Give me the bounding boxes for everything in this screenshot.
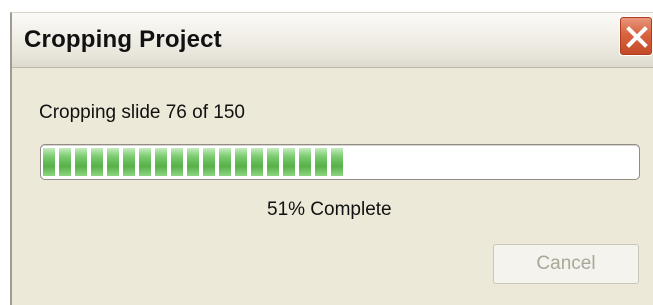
title-bar[interactable]: Cropping Project: [12, 13, 653, 68]
progress-segment: [59, 148, 71, 176]
cancel-button[interactable]: Cancel: [493, 244, 639, 284]
progress-segment: [123, 148, 135, 176]
percent-complete-label: 51% Complete: [267, 199, 392, 220]
progress-segment: [299, 148, 311, 176]
progress-segment: [283, 148, 295, 176]
progress-segment: [251, 148, 263, 176]
progress-segment: [107, 148, 119, 176]
progress-bar: [40, 144, 640, 180]
progress-segment: [75, 148, 87, 176]
progress-dialog: Cropping Project Cropping slide 76 of 15…: [10, 12, 653, 305]
progress-segment: [235, 148, 247, 176]
close-icon: [626, 26, 648, 48]
progress-segment: [315, 148, 327, 176]
progress-bar-fill: [43, 148, 345, 176]
progress-segment: [187, 148, 199, 176]
progress-segment: [171, 148, 183, 176]
progress-segment: [219, 148, 231, 176]
progress-segment: [155, 148, 167, 176]
close-button[interactable]: [619, 16, 653, 56]
window-title: Cropping Project: [24, 26, 222, 53]
progress-segment: [203, 148, 215, 176]
progress-segment: [267, 148, 279, 176]
progress-segment: [139, 148, 151, 176]
progress-segment: [331, 148, 343, 176]
status-label: Cropping slide 76 of 150: [39, 102, 245, 123]
progress-segment: [43, 148, 55, 176]
progress-segment: [91, 148, 103, 176]
